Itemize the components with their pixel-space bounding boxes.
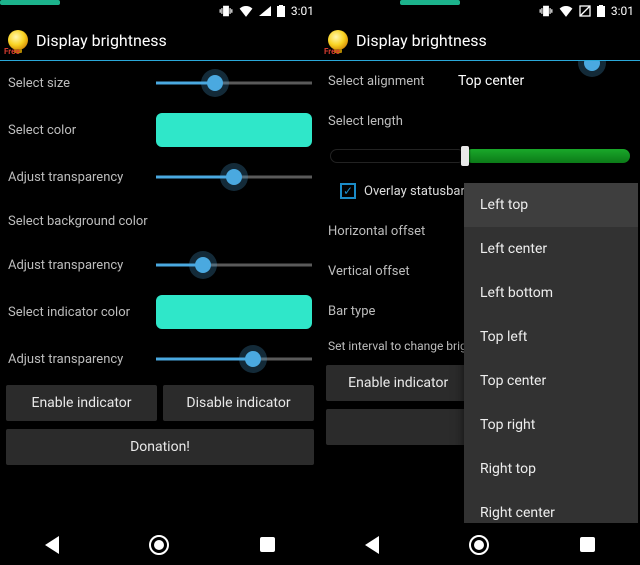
popup-option[interactable]: Top center	[464, 359, 638, 403]
brightness-bar-indicator	[0, 0, 60, 5]
label-transparency-3: Adjust transparency	[8, 352, 148, 367]
back-icon[interactable]	[365, 536, 379, 554]
home-icon[interactable]	[149, 535, 169, 555]
app-icon: Free	[328, 30, 348, 50]
slider-transparency-1[interactable]	[156, 167, 312, 187]
settings-content: Select size Select color Adjust transpar…	[0, 61, 320, 523]
battery-icon	[277, 5, 285, 17]
vibrate-icon	[539, 4, 553, 18]
label-horizontal-offset: Horizontal offset	[328, 224, 450, 239]
settings-content: Select alignment Top center Select lengt…	[320, 61, 640, 523]
swatch-indicator-color[interactable]	[156, 295, 312, 329]
label-overlay: Overlay statusbar	[364, 184, 465, 199]
slider-length-row	[320, 141, 640, 171]
overlay-checkbox[interactable]: ✓	[340, 183, 356, 199]
wifi-icon	[239, 5, 253, 17]
app-header: Free Display brightness	[320, 22, 640, 61]
disable-indicator-button[interactable]: Disable indicator	[163, 385, 314, 421]
row-select-size: Select size	[0, 61, 320, 105]
label-select-color: Select color	[8, 123, 148, 138]
slider-transparency-3[interactable]	[156, 349, 312, 369]
recents-icon[interactable]	[260, 537, 275, 552]
popup-option[interactable]: Left bottom	[464, 271, 638, 315]
donation-button[interactable]: Donation!	[6, 429, 314, 465]
status-time: 3:01	[291, 4, 314, 18]
row-transparency-2: Adjust transparency	[0, 243, 320, 287]
row-select-color: Select color	[0, 105, 320, 155]
enable-indicator-button[interactable]: Enable indicator	[6, 385, 157, 421]
slider-length[interactable]	[330, 147, 630, 165]
label-vertical-offset: Vertical offset	[328, 264, 450, 279]
row-transparency-3: Adjust transparency	[0, 337, 320, 381]
status-bar: 3:01	[0, 0, 320, 22]
slider-transparency-2[interactable]	[156, 255, 312, 275]
app-title: Display brightness	[356, 31, 487, 50]
popup-option[interactable]: Right top	[464, 447, 638, 491]
home-icon[interactable]	[469, 535, 489, 555]
swatch-color[interactable]	[156, 113, 312, 147]
status-bar: 3:01	[320, 0, 640, 22]
enable-indicator-button[interactable]: Enable indicator	[326, 365, 470, 401]
popup-option[interactable]: Left center	[464, 227, 638, 271]
nav-bar	[0, 523, 320, 565]
vibrate-icon	[219, 4, 233, 18]
battery-icon	[597, 5, 605, 17]
right-screenshot: 3:01 Free Display brightness Select alig…	[320, 0, 640, 565]
brightness-bar-indicator	[400, 0, 460, 5]
recents-icon[interactable]	[580, 537, 595, 552]
label-indicator-color: Select indicator color	[8, 305, 148, 320]
app-title: Display brightness	[36, 31, 167, 50]
label-select-length: Select length	[328, 114, 450, 129]
back-icon[interactable]	[45, 536, 59, 554]
signal-icon	[259, 6, 271, 16]
free-badge: Free	[4, 47, 20, 56]
left-screenshot: 3:01 Free Display brightness Select size…	[0, 0, 320, 565]
label-transparency-1: Adjust transparency	[8, 170, 148, 185]
row-indicator-color: Select indicator color	[0, 287, 320, 337]
slider-size[interactable]	[156, 73, 312, 93]
app-header: Free Display brightness	[0, 22, 320, 61]
label-transparency-2: Adjust transparency	[8, 258, 148, 273]
row-bg-color: Select background color	[0, 199, 320, 243]
alignment-popup: Left topLeft centerLeft bottomTop leftTo…	[464, 183, 638, 523]
label-bg-color: Select background color	[8, 214, 148, 229]
alignment-spinner[interactable]: Top center	[458, 73, 632, 89]
popup-option[interactable]: Top left	[464, 315, 638, 359]
popup-option[interactable]: Left top	[464, 183, 638, 227]
free-badge: Free	[324, 47, 340, 56]
wifi-icon	[559, 5, 573, 17]
popup-option[interactable]: Right center	[464, 491, 638, 523]
popup-option[interactable]: Top right	[464, 403, 638, 447]
status-time: 3:01	[611, 4, 634, 18]
label-bar-type: Bar type	[328, 304, 450, 319]
nav-bar	[320, 523, 640, 565]
app-icon: Free	[8, 30, 28, 50]
row-select-length: Select length	[320, 101, 640, 141]
no-sim-icon	[579, 5, 591, 17]
label-select-size: Select size	[8, 76, 148, 91]
label-select-alignment: Select alignment	[328, 74, 450, 89]
row-transparency-1: Adjust transparency	[0, 155, 320, 199]
